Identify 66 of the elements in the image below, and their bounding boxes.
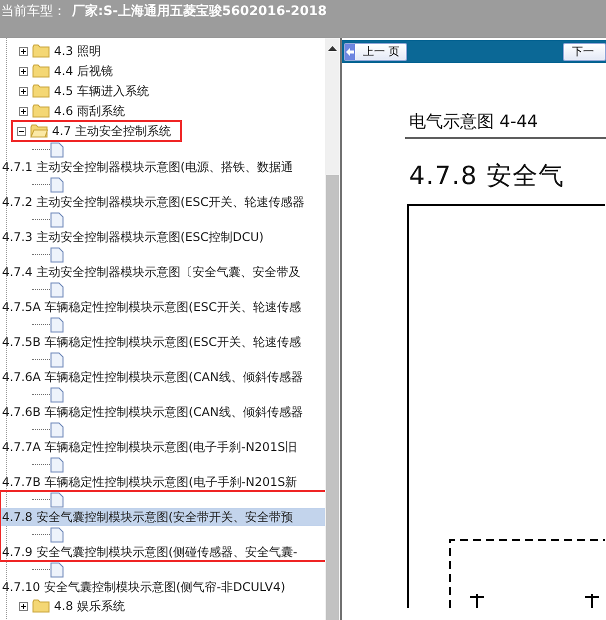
- document-icon: [50, 212, 64, 228]
- document-icon: [50, 142, 64, 158]
- tree-leaf[interactable]: 4.7.9 安全气囊控制模块示意图(侧碰传感器、安全气囊-: [0, 526, 325, 561]
- tree-leaf[interactable]: 4.7.6B 车辆稳定性控制模块示意图(CAN线、倾斜传感器: [0, 386, 325, 421]
- tree-leaf[interactable]: 4.7.5B 车辆稳定性控制模块示意图(ESC开关、轮速传感: [0, 316, 325, 351]
- document-icon: [50, 352, 64, 368]
- tree-leaf[interactable]: 4.7.5A 车辆稳定性控制模块示意图(ESC开关、轮速传感: [0, 281, 325, 316]
- document-link[interactable]: 4.7.7A 车辆稳定性控制模块示意图(电子手刹-N201S旧: [0, 438, 325, 456]
- expander-icon[interactable]: [17, 126, 26, 136]
- expander-icon[interactable]: [19, 66, 28, 76]
- tree-leaf[interactable]: 4.7.8 安全气囊控制模块示意图(安全带开关、安全带预: [0, 491, 325, 526]
- car-model-value: 厂家:S-上海通用五菱宝骏5602016-2018: [72, 2, 327, 20]
- diagram-title: 4.7.8 安全气: [409, 160, 566, 192]
- document-link[interactable]: 4.7.6B 车辆稳定性控制模块示意图(CAN线、倾斜传感器: [0, 403, 325, 421]
- tree-leaf[interactable]: 4.7.2 主动安全控制器模块示意图(ESC开关、轮速传感器: [0, 176, 325, 211]
- scroll-up-icon[interactable]: [328, 46, 337, 51]
- tree-leaf[interactable]: 4.7.1 主动安全控制器模块示意图(电源、搭铁、数据通: [0, 141, 325, 176]
- scrollbar[interactable]: [325, 38, 340, 620]
- diagram-caption: 电气示意图 4-44: [405, 110, 606, 139]
- folder-row[interactable]: 4.6 雨刮系统: [14, 101, 135, 121]
- document-link[interactable]: 4.7.8 安全气囊控制模块示意图(安全带开关、安全带预: [0, 508, 325, 526]
- folder-icon: [32, 44, 50, 58]
- folder-row[interactable]: 4.5 车辆进入系统: [14, 81, 159, 101]
- expander-icon[interactable]: [19, 86, 28, 96]
- folder-row[interactable]: 4.3 照明: [14, 41, 111, 61]
- document-icon: [50, 316, 64, 332]
- folder-icon: [30, 124, 48, 138]
- document-link[interactable]: 4.7.10 安全气囊控制模块示意图(侧气帘-非DCULV4): [0, 578, 325, 596]
- document-link[interactable]: 4.7.2 主动安全控制器模块示意图(ESC开关、轮速传感器: [0, 193, 325, 211]
- next-page-button[interactable]: 下一: [563, 42, 606, 60]
- document-icon: [50, 562, 64, 578]
- document-icon: [50, 176, 64, 192]
- scroll-thumb[interactable]: [326, 175, 339, 620]
- expander-icon[interactable]: [19, 602, 28, 610]
- document-icon: [50, 526, 64, 542]
- folder-icon: [32, 84, 50, 98]
- document-link[interactable]: 4.7.5A 车辆稳定性控制模块示意图(ESC开关、轮速传感: [0, 298, 325, 316]
- tree-leaf[interactable]: 4.7.10 安全气囊控制模块示意图(侧气帘-非DCULV4): [0, 561, 325, 596]
- tree-leaf[interactable]: 4.7.4 主动安全控制器模块示意图〔安全气囊、安全带及: [0, 246, 325, 281]
- document-icon: [50, 456, 64, 472]
- document-link[interactable]: 4.7.9 安全气囊控制模块示意图(侧碰传感器、安全气囊-: [0, 543, 325, 561]
- document-icon: [50, 492, 64, 508]
- document-link[interactable]: 4.7.4 主动安全控制器模块示意图〔安全气囊、安全带及: [0, 263, 325, 281]
- expander-icon[interactable]: [19, 106, 28, 116]
- document-icon: [50, 246, 64, 262]
- folder-row[interactable]: 4.4 后视镜: [14, 61, 123, 81]
- document-link[interactable]: 4.7.3 主动安全控制器模块示意图(ESC控制DCU): [0, 228, 325, 246]
- tree-leaf[interactable]: 4.7.7A 车辆稳定性控制模块示意图(电子手刹-N201S旧: [0, 421, 325, 456]
- folder-icon: [32, 104, 50, 118]
- previous-page-button[interactable]: 上一 页: [344, 42, 406, 60]
- folder-row[interactable]: 4.8 娱乐系统: [14, 596, 135, 616]
- car-model-label: 当前车型：: [1, 3, 66, 20]
- folder-icon: [32, 599, 50, 613]
- tree-leaf[interactable]: 4.7.3 主动安全控制器模块示意图(ESC控制DCU): [0, 211, 325, 246]
- document-link[interactable]: 4.7.1 主动安全控制器模块示意图(电源、搭铁、数据通: [0, 158, 325, 176]
- document-link[interactable]: 4.7.5B 车辆稳定性控制模块示意图(ESC开关、轮速传感: [0, 333, 325, 351]
- expander-icon[interactable]: [19, 46, 28, 56]
- folder-icon: [32, 64, 50, 78]
- document-link[interactable]: 4.7.6A 车辆稳定性控制模块示意图(CAN线、倾斜传感器: [0, 368, 325, 386]
- document-link[interactable]: 4.7.7B 车辆稳定性控制模块示意图(电子手刹-N201S新: [0, 473, 325, 491]
- document-icon: [50, 386, 64, 402]
- document-icon: [50, 422, 64, 438]
- document-icon: [50, 282, 64, 298]
- tree-leaf[interactable]: 4.7.6A 车辆稳定性控制模块示意图(CAN线、倾斜传感器: [0, 351, 325, 386]
- tree-leaf[interactable]: 4.7.7B 车辆稳定性控制模块示意图(电子手刹-N201S新: [0, 456, 325, 491]
- folder-row[interactable]: 4.7 主动安全控制系统: [12, 121, 181, 141]
